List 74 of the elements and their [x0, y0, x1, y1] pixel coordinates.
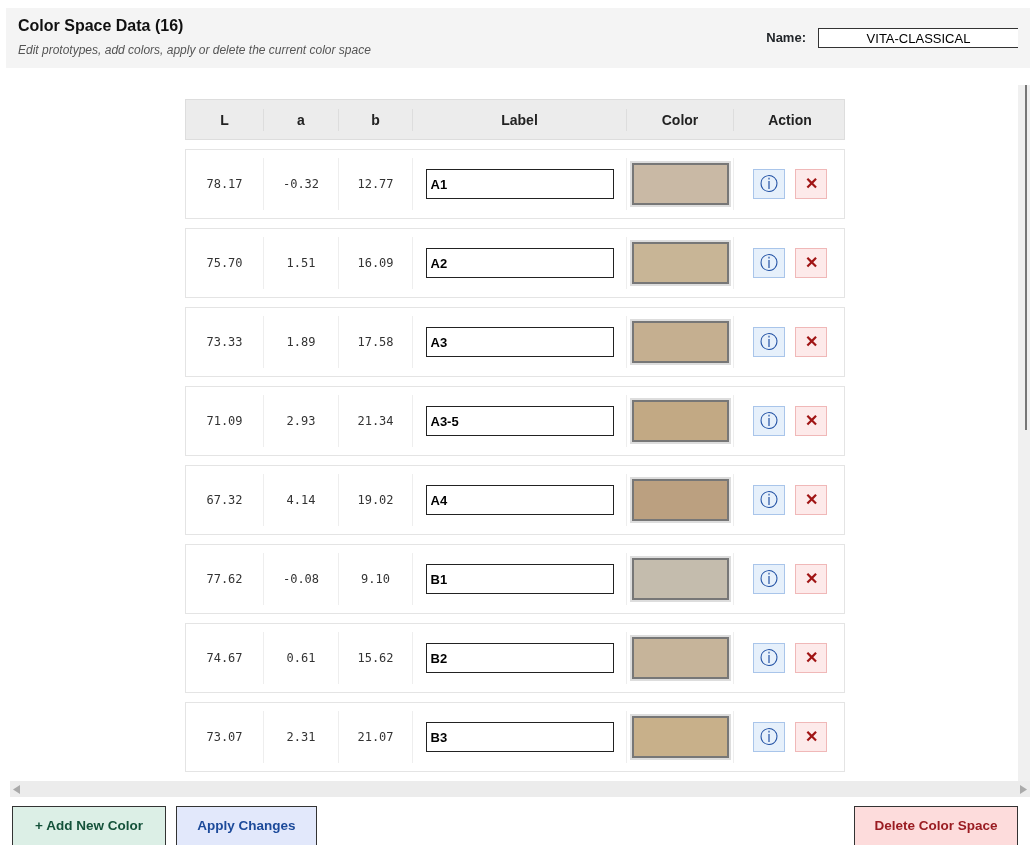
- column-header: Label: [412, 108, 626, 131]
- horizontal-scrollbar[interactable]: [10, 781, 1030, 797]
- table-cell-text: 16.09: [357, 255, 394, 272]
- color-swatch[interactable]: [631, 321, 729, 363]
- table-cell-text: 71.09: [206, 413, 243, 430]
- info-button[interactable]: ⓘ: [753, 169, 785, 199]
- table-cell-text: 75.70: [206, 255, 243, 272]
- column-header: b: [338, 108, 412, 131]
- table-cell-text: 19.02: [357, 492, 394, 509]
- table-cell-text: 74.67: [206, 650, 243, 667]
- delete-button[interactable]: ✕: [795, 564, 827, 594]
- table-cell-text: 1.51: [286, 255, 316, 272]
- table-cell-text: -0.32: [282, 176, 320, 193]
- table-cell-text: 1.89: [286, 334, 316, 351]
- table-cell-text: 78.17: [206, 176, 243, 193]
- table-cell-text: 12.77: [357, 176, 394, 193]
- label-field[interactable]: B2: [425, 643, 614, 673]
- scroll-left-icon[interactable]: [13, 784, 21, 794]
- page-subtitle: Edit prototypes, add colors, apply or delete the current color space: [18, 42, 371, 60]
- label-field[interactable]: B1: [425, 564, 614, 594]
- color-swatch[interactable]: [631, 637, 729, 679]
- column-header: L: [219, 110, 230, 130]
- delete-button[interactable]: ✕: [795, 169, 827, 199]
- column-header: a: [263, 108, 338, 131]
- table-cell-text: -0.08: [282, 571, 320, 588]
- info-button[interactable]: ⓘ: [753, 406, 785, 436]
- label-field[interactable]: A1: [425, 169, 614, 199]
- name-field[interactable]: VITA-CLASSICAL: [818, 28, 1018, 48]
- scrollbar-thumb[interactable]: [1025, 85, 1027, 430]
- delete-button[interactable]: ✕: [795, 248, 827, 278]
- label-field[interactable]: A2: [425, 248, 614, 278]
- page-title: Color Space Data (16): [18, 16, 185, 36]
- table-cell-text: 77.62: [206, 571, 243, 588]
- column-header: Action: [733, 108, 846, 131]
- table-cell-text: 21.34: [357, 413, 394, 430]
- delete-button[interactable]: ✕: [795, 722, 827, 752]
- table-cell-text: 73.33: [206, 334, 243, 351]
- color-swatch[interactable]: [631, 242, 729, 284]
- delete-button[interactable]: ✕: [795, 406, 827, 436]
- name-label: Name:: [766, 29, 806, 48]
- table-cell-text: 2.93: [286, 413, 316, 430]
- table-cell-text: 0.61: [286, 650, 316, 667]
- delete-button[interactable]: ✕: [795, 485, 827, 515]
- info-button[interactable]: ⓘ: [753, 643, 785, 673]
- add-color-button[interactable]: + Add New Color: [12, 806, 166, 845]
- color-swatch[interactable]: [631, 716, 729, 758]
- delete-button[interactable]: ✕: [795, 327, 827, 357]
- color-swatch[interactable]: [631, 163, 729, 205]
- label-field[interactable]: B3: [425, 722, 614, 752]
- info-button[interactable]: ⓘ: [753, 564, 785, 594]
- label-field[interactable]: A3-5: [425, 406, 614, 436]
- column-header: Color: [626, 108, 733, 131]
- table-cell-text: 17.58: [357, 334, 394, 351]
- apply-button[interactable]: Apply Changes: [176, 806, 317, 845]
- table-cell-text: 21.07: [357, 729, 394, 746]
- table-cell-text: 4.14: [286, 492, 316, 509]
- info-button[interactable]: ⓘ: [753, 327, 785, 357]
- scroll-right-icon[interactable]: [1019, 784, 1027, 794]
- label-field[interactable]: A3: [425, 327, 614, 357]
- color-swatch[interactable]: [631, 479, 729, 521]
- color-swatch[interactable]: [631, 558, 729, 600]
- label-field[interactable]: A4: [425, 485, 614, 515]
- table-cell-text: 2.31: [286, 729, 316, 746]
- delete-button[interactable]: Delete Color Space: [854, 806, 1018, 845]
- info-button[interactable]: ⓘ: [753, 722, 785, 752]
- color-swatch[interactable]: [631, 400, 729, 442]
- table-cell-text: 9.10: [361, 571, 390, 588]
- table-cell-text: 15.62: [357, 650, 394, 667]
- table-cell-text: 73.07: [206, 729, 243, 746]
- info-button[interactable]: ⓘ: [753, 485, 785, 515]
- table-cell-text: 67.32: [206, 492, 243, 509]
- vertical-scrollbar[interactable]: [1018, 85, 1030, 781]
- info-button[interactable]: ⓘ: [753, 248, 785, 278]
- delete-button[interactable]: ✕: [795, 643, 827, 673]
